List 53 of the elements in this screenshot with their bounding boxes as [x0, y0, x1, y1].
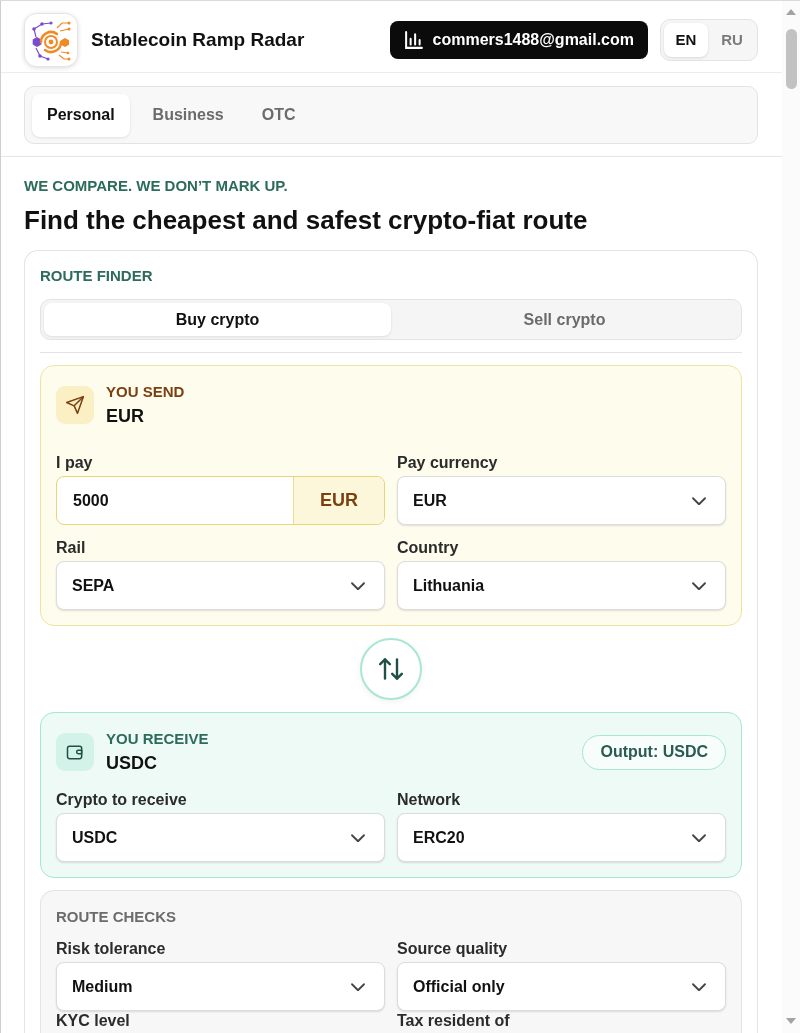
chevron-down-icon [351, 833, 365, 842]
chevron-down-icon [692, 581, 706, 590]
field-label: Network [397, 790, 462, 810]
swap-arrows-icon [379, 658, 403, 680]
chevron-down-icon [351, 982, 365, 991]
chevron-down-icon [692, 982, 706, 991]
field-label: Crypto to receive [56, 790, 188, 810]
output-badge: Output: USDC [582, 734, 726, 770]
panel-currency: USDC [106, 752, 158, 775]
field-label: KYC level [56, 1012, 131, 1030]
account-button[interactable]: commers1488@gmail.com [389, 20, 648, 59]
bar-chart-icon [404, 30, 423, 49]
segment-tab[interactable]: Business [137, 93, 239, 137]
segment-tab[interactable]: OTC [246, 93, 311, 137]
chevron-down-icon [351, 581, 365, 590]
wallet-icon [56, 733, 94, 771]
tagline: WE COMPARE. WE DON’T MARK UP. [24, 176, 289, 196]
dropdown[interactable]: SEPA [56, 561, 385, 610]
dropdown[interactable]: ERC20 [397, 813, 726, 862]
app-title: Stablecoin Ramp Radar [91, 28, 305, 51]
scroll-up-icon[interactable] [786, 9, 796, 15]
field-label: Source quality [397, 939, 509, 959]
chevron-down-icon [692, 496, 706, 505]
dropdown[interactable]: Official only [397, 962, 726, 1011]
field-label: Rail [56, 538, 87, 558]
panel-label: YOU SEND [106, 382, 186, 401]
panel-label: ROUTE CHECKS [56, 907, 177, 927]
scrollbar-thumb[interactable] [785, 29, 797, 89]
dropdown[interactable]: EUR [397, 476, 726, 525]
field-label: I pay [56, 453, 94, 473]
amount-field[interactable]: 5000 EUR [56, 476, 385, 525]
card-title: ROUTE FINDER [40, 266, 154, 286]
field-label: Country [397, 538, 460, 558]
page-heading: Find the cheapest and safest crypto-fiat route [24, 204, 589, 236]
mode-tab[interactable]: Buy crypto [44, 303, 391, 336]
scroll-down-icon[interactable] [786, 1018, 796, 1024]
dropdown[interactable]: Medium [56, 962, 385, 1011]
panel-currency: EUR [106, 405, 145, 428]
dropdown[interactable]: USDC [56, 813, 385, 862]
scrollbar[interactable] [782, 1, 800, 1033]
currency-unit: EUR [293, 477, 384, 524]
language-option[interactable]: EN [664, 22, 708, 57]
language-option[interactable]: RU [710, 22, 754, 57]
field-label: Tax resident of [397, 1012, 511, 1030]
field-label: Pay currency [397, 453, 499, 473]
chevron-down-icon [692, 833, 706, 842]
segment-tab[interactable]: Personal [32, 93, 130, 137]
paper-plane-icon [56, 386, 94, 424]
logo-icon [24, 12, 78, 67]
field-label: Risk tolerance [56, 939, 167, 959]
panel-label: YOU RECEIVE [106, 729, 210, 748]
mode-tab[interactable]: Sell crypto [391, 303, 738, 336]
dropdown[interactable]: Lithuania [397, 561, 726, 610]
